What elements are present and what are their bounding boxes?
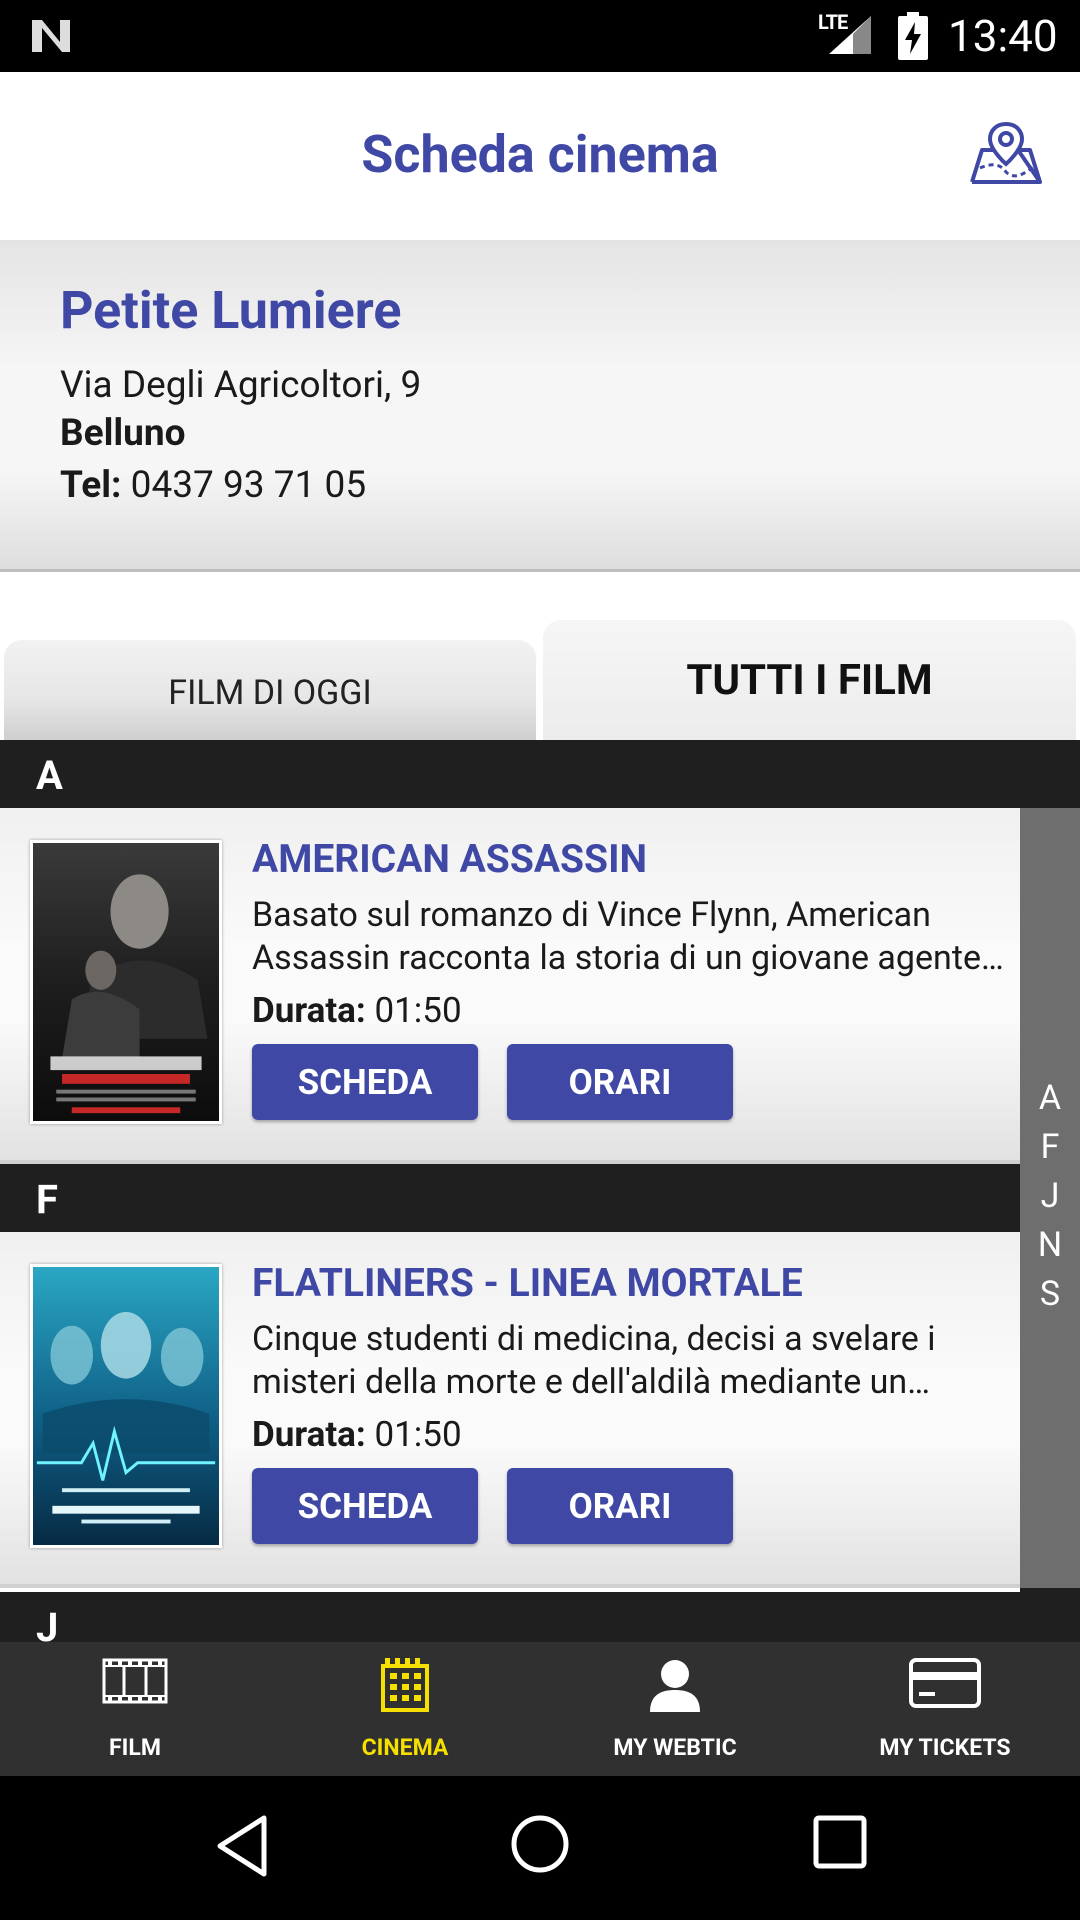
cinema-city: Belluno: [60, 412, 186, 455]
movie-poster[interactable]: [30, 840, 222, 1124]
app-bar: Scheda cinema: [0, 72, 1080, 240]
duration-label: Durata:: [252, 1414, 366, 1455]
back-icon[interactable]: [214, 1814, 270, 1878]
cinema-info-panel: Petite Lumiere Via Degli Agricoltori, 9 …: [0, 240, 1080, 572]
map-pin-icon[interactable]: [968, 120, 1044, 188]
phone-value: 0437 93 71 05: [130, 464, 367, 507]
nav-my-webtic[interactable]: MY WEBTIC: [540, 1642, 810, 1776]
home-icon[interactable]: [510, 1814, 570, 1874]
orari-button[interactable]: ORARI: [507, 1468, 733, 1544]
poster-flatliners-image: [33, 1267, 219, 1545]
movie-description: Basato sul romanzo di Vince Flynn, Ameri…: [252, 895, 981, 978]
index-letter-j[interactable]: J: [1020, 1172, 1080, 1221]
poster-american-assassin-image: [33, 843, 219, 1121]
cinema-phone[interactable]: Tel: 0437 93 71 05: [60, 464, 366, 507]
signal-icon: [829, 16, 871, 54]
user-icon: [650, 1660, 700, 1712]
scheda-button[interactable]: SCHEDA: [252, 1468, 478, 1544]
section-header-a: A: [0, 740, 1020, 808]
cinema-name: Petite Lumiere: [60, 280, 402, 341]
status-bar: LTE 13:40: [0, 0, 1080, 72]
movie-title: AMERICAN ASSASSIN: [252, 836, 647, 882]
movie-duration: Durata: 01:50: [252, 990, 462, 1031]
tab-film-di-oggi[interactable]: FILM DI OGGI: [4, 640, 536, 740]
nav-my-tickets-label: MY TICKETS: [879, 1734, 1011, 1761]
index-letter-a[interactable]: A: [1020, 1074, 1080, 1123]
movie-title: FLATLINERS - LINEA MORTALE: [252, 1260, 803, 1306]
phone-label: Tel:: [60, 464, 122, 507]
alphabet-index[interactable]: A F J N S: [1020, 1074, 1080, 1319]
movie-description: Cinque studenti di medicina, decisi a sv…: [252, 1319, 936, 1402]
android-n-icon: [32, 20, 70, 52]
index-letter-s[interactable]: S: [1020, 1270, 1080, 1319]
battery-charging-icon: [898, 12, 928, 60]
duration-value: 01:50: [374, 990, 462, 1031]
cinema-address: Via Degli Agricoltori, 9: [60, 364, 422, 407]
nav-film-label: FILM: [109, 1734, 161, 1761]
index-letter-f[interactable]: F: [1020, 1123, 1080, 1172]
movie-item[interactable]: FLATLINERS - LINEA MORTALE Cinque studen…: [0, 1232, 1020, 1588]
nav-cinema-label: CINEMA: [361, 1734, 449, 1761]
film-strip-icon: [102, 1658, 168, 1704]
movie-item[interactable]: AMERICAN ASSASSIN Basato sul romanzo di …: [0, 808, 1020, 1164]
tab-tutti-i-film[interactable]: TUTTI I FILM: [543, 620, 1076, 740]
index-letter-n[interactable]: N: [1020, 1221, 1080, 1270]
nav-cinema[interactable]: CINEMA: [270, 1642, 540, 1776]
movie-list[interactable]: A AMERICAN ASSASSIN Basato sul romanzo d…: [0, 740, 1020, 1642]
bottom-navigation: FILM CINEMA MY WEBTIC MY TICKETS: [0, 1642, 1080, 1776]
section-header-f: F: [0, 1164, 1020, 1232]
orari-button[interactable]: ORARI: [507, 1044, 733, 1120]
credit-card-icon: [909, 1658, 981, 1708]
clock: 13:40: [948, 10, 1058, 62]
system-navigation-bar: [0, 1776, 1080, 1920]
duration-label: Durata:: [252, 990, 366, 1031]
movie-poster[interactable]: [30, 1264, 222, 1548]
movie-duration: Durata: 01:50: [252, 1414, 462, 1455]
duration-value: 01:50: [374, 1414, 462, 1455]
scheda-button[interactable]: SCHEDA: [252, 1044, 478, 1120]
building-icon: [381, 1658, 429, 1712]
section-header-j: J: [0, 1592, 1020, 1642]
recents-icon[interactable]: [812, 1814, 868, 1870]
page-title: Scheda cinema: [361, 124, 719, 185]
nav-film[interactable]: FILM: [0, 1642, 270, 1776]
nav-my-webtic-label: MY WEBTIC: [613, 1734, 737, 1761]
nav-my-tickets[interactable]: MY TICKETS: [810, 1642, 1080, 1776]
